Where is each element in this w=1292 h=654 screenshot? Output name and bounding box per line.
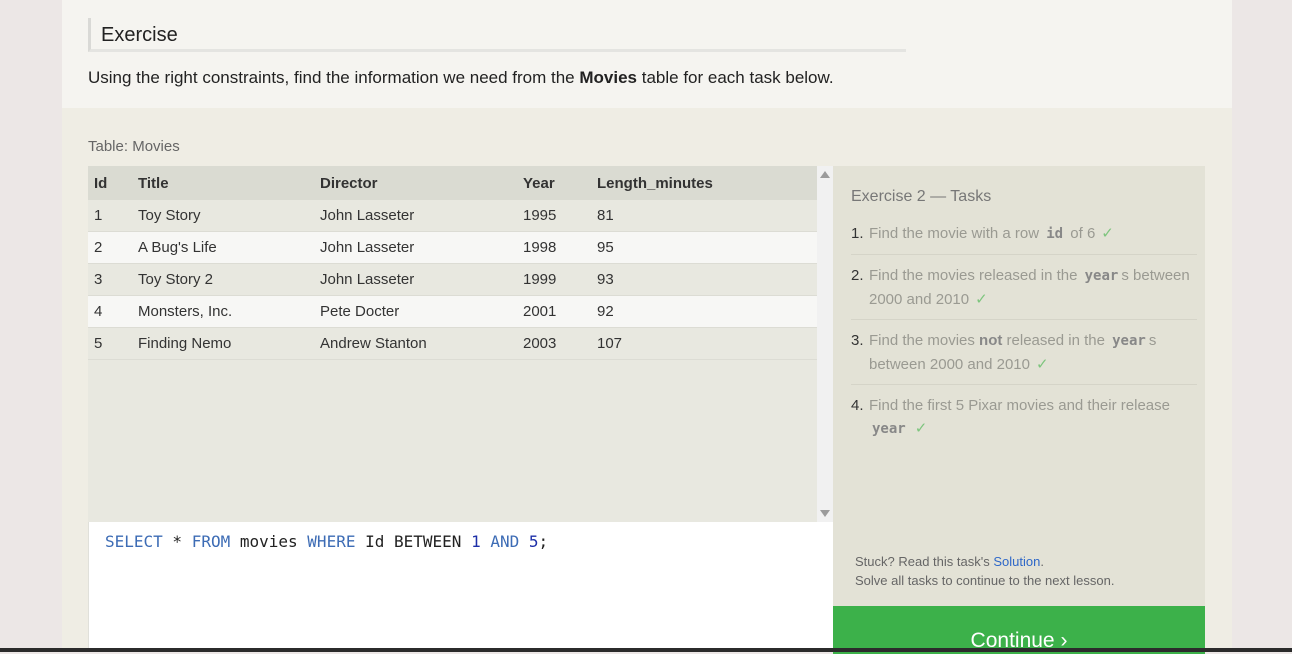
exercise-header: Exercise: [88, 18, 906, 52]
cell-director: John Lasseter: [320, 200, 523, 232]
cell-length: 107: [597, 327, 817, 360]
task-item: 1. Find the movie with a row id of 6 ✓: [851, 222, 1197, 255]
task-number: 1.: [851, 225, 864, 242]
cell-id: 3: [88, 263, 138, 296]
exercise-workspace: Table: Movies Id Title Director Year Len…: [62, 108, 1232, 654]
cell-id: 4: [88, 295, 138, 328]
cell-year: 2001: [523, 295, 597, 328]
scroll-up-arrow-icon[interactable]: [820, 171, 830, 178]
cell-title: Toy Story: [138, 200, 320, 232]
task-item: 3. Find the movies not released in the ye…: [851, 329, 1197, 385]
exercise-intro: Using the right constraints, find the in…: [88, 68, 834, 88]
lesson-page: Exercise Using the right constraints, fi…: [62, 0, 1232, 654]
column-header-length: Length_minutes: [597, 166, 817, 200]
window-bottom-edge: [0, 648, 1292, 652]
task-item: 4. Find the first 5 Pixar movies and thei…: [851, 394, 1197, 449]
continue-button[interactable]: Continue ›: [833, 606, 1205, 654]
cell-year: 2003: [523, 327, 597, 360]
sql-token: ;: [538, 532, 549, 551]
sql-keyword-select: SELECT: [105, 532, 163, 551]
column-header-director: Director: [320, 166, 523, 200]
task-text: Find the first 5 Pixar movies and their …: [869, 397, 1170, 414]
cell-title: Monsters, Inc.: [138, 295, 320, 328]
exercise-title: Exercise: [101, 24, 178, 46]
cell-length: 95: [597, 231, 817, 264]
task-number: 4.: [851, 397, 864, 414]
intro-text-after: table for each task below.: [637, 68, 834, 87]
cell-year: 1998: [523, 231, 597, 264]
sql-keyword-and: AND: [490, 532, 520, 551]
help-text-line2: Solve all tasks to continue to the next …: [855, 573, 1115, 588]
task-code: year: [872, 421, 906, 437]
table-caption: Table: Movies: [88, 138, 180, 155]
task-text: released in the: [1002, 332, 1110, 349]
results-table-container[interactable]: Id Title Director Year Length_minutes 1 …: [88, 166, 817, 522]
table-row: 1 Toy Story John Lasseter 1995 81: [88, 200, 817, 232]
sql-keyword-where: WHERE: [307, 532, 356, 551]
task-number: 2.: [851, 267, 864, 284]
task-text: Find the movie with a row: [869, 225, 1044, 242]
table-row: 4 Monsters, Inc. Pete Docter 2001 92: [88, 295, 817, 328]
task-code: year: [1084, 268, 1119, 284]
checkmark-icon: ✓: [1035, 356, 1049, 373]
task-number: 3.: [851, 332, 864, 349]
cell-year: 1995: [523, 200, 597, 232]
checkmark-icon: ✓: [975, 291, 988, 308]
cell-year: 1999: [523, 263, 597, 296]
cell-director: Andrew Stanton: [320, 327, 523, 360]
task-emphasis: not: [979, 332, 1003, 349]
tasks-panel: Exercise 2 — Tasks 1. Find the movie with…: [833, 166, 1205, 606]
cell-director: John Lasseter: [320, 263, 523, 296]
tasks-title: Exercise 2 — Tasks: [851, 188, 992, 205]
solution-link[interactable]: Solution: [993, 554, 1040, 569]
table-row: 5 Finding Nemo Andrew Stanton 2003 107: [88, 327, 817, 360]
scroll-down-arrow-icon[interactable]: [820, 510, 830, 517]
intro-text-before: Using the right constraints, find the in…: [88, 68, 580, 87]
sql-query-editor[interactable]: SELECT * FROM movies WHERE Id BETWEEN 1 …: [88, 522, 833, 648]
sql-token: *: [162, 532, 192, 551]
task-code: id: [1046, 226, 1064, 242]
sql-number: 1: [471, 532, 481, 551]
sql-query-line: SELECT * FROM movies WHERE Id BETWEEN 1 …: [105, 532, 548, 551]
results-table: Id Title Director Year Length_minutes 1 …: [88, 166, 817, 360]
column-header-title: Title: [138, 166, 320, 200]
cell-director: John Lasseter: [320, 231, 523, 264]
sql-keyword-from: FROM: [191, 532, 231, 551]
column-header-year: Year: [523, 166, 597, 200]
cell-length: 93: [597, 263, 817, 296]
cell-director: Pete Docter: [320, 295, 523, 328]
column-header-id: Id: [88, 166, 138, 200]
sql-token: movies: [230, 532, 308, 551]
cell-title: Finding Nemo: [138, 327, 320, 360]
table-scrollbar[interactable]: [817, 166, 833, 522]
cell-length: 81: [597, 200, 817, 232]
task-code: year: [1112, 333, 1146, 349]
task-text: Find the movies: [869, 332, 980, 349]
task-item: 2. Find the movies released in the year s …: [851, 264, 1197, 320]
cell-id: 5: [88, 327, 138, 360]
help-text-before: Stuck? Read this task's: [855, 554, 994, 569]
checkmark-icon: ✓: [1101, 225, 1114, 242]
task-text: of 6: [1066, 225, 1096, 242]
cell-id: 2: [88, 231, 138, 264]
sql-token: Id BETWEEN: [355, 532, 472, 551]
table-header-row: Id Title Director Year Length_minutes: [88, 166, 817, 200]
task-list: 1. Find the movie with a row id of 6 ✓ 2. F…: [851, 222, 1197, 458]
table-row: 2 A Bug's Life John Lasseter 1998 95: [88, 231, 817, 264]
cell-length: 92: [597, 295, 817, 328]
checkmark-icon: ✓: [914, 420, 928, 437]
intro-table-name: Movies: [579, 68, 638, 87]
table-row: 3 Toy Story 2 John Lasseter 1999 93: [88, 263, 817, 296]
cell-id: 1: [88, 200, 138, 232]
cell-title: A Bug's Life: [138, 231, 320, 264]
help-text: Stuck? Read this task's Solution. Solve …: [855, 552, 1114, 590]
cell-title: Toy Story 2: [138, 263, 320, 296]
task-text: Find the movies released in the: [869, 267, 1082, 284]
sql-number: 5: [528, 532, 539, 551]
help-text-after: .: [1040, 554, 1044, 569]
